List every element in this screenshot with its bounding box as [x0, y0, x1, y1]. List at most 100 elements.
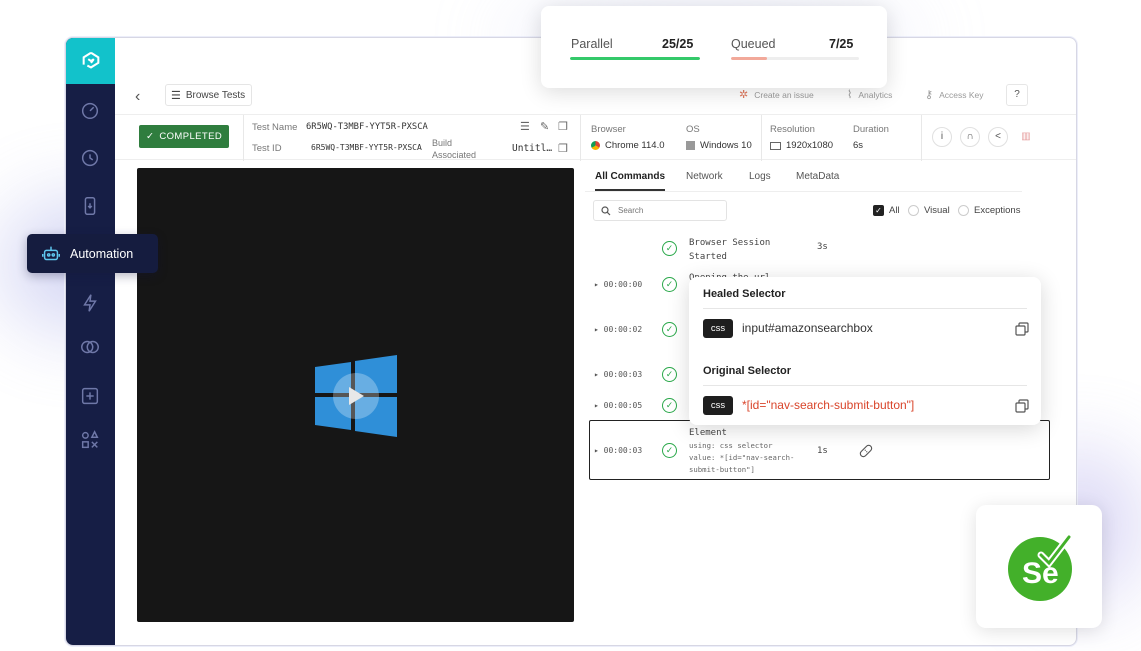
- browser-version: Chrome 114.0: [605, 140, 665, 151]
- sidebar: [66, 38, 115, 645]
- command-timestamp[interactable]: ▸ 00:00:03: [594, 370, 642, 379]
- command-timestamp[interactable]: ▸ 00:00:02: [594, 325, 642, 334]
- selenium-card: Se: [976, 505, 1102, 628]
- check-icon: ✓: [146, 131, 155, 142]
- history-icon[interactable]: [78, 146, 102, 170]
- command-timestamp[interactable]: ▸ 00:00:03: [594, 446, 642, 455]
- monitor-icon: [770, 141, 781, 150]
- analytics-label: Analytics: [858, 89, 893, 100]
- edit-pencil-icon[interactable]: ✎: [540, 120, 549, 133]
- tab-network[interactable]: Network: [686, 171, 723, 182]
- filter-exceptions-label: Exceptions: [974, 205, 1021, 216]
- magnet-icon[interactable]: ∩: [960, 127, 980, 147]
- command-tabs: All Commands Network Logs MetaData: [585, 166, 1022, 192]
- test-info-row: ✓ COMPLETED Test Name 6R5WQ-T3MBF-YYT5R-…: [115, 114, 1076, 161]
- copy-icon[interactable]: ❐: [558, 120, 568, 133]
- command-detail: value: *[id="nav-search-: [689, 453, 795, 462]
- css-tag: css: [703, 319, 733, 338]
- duration-label: Duration: [853, 124, 889, 135]
- search-input[interactable]: [618, 206, 718, 215]
- parallel-progress-bar: [570, 57, 700, 60]
- tab-all-commands[interactable]: All Commands: [595, 171, 666, 191]
- command-duration: 1s: [817, 446, 828, 456]
- lambdatest-logo-icon[interactable]: [66, 38, 115, 84]
- queued-label: Queued: [731, 37, 776, 51]
- play-button[interactable]: [333, 373, 379, 419]
- divider: [580, 115, 581, 161]
- real-device-icon[interactable]: [78, 194, 102, 218]
- tab-metadata[interactable]: MetaData: [796, 171, 839, 182]
- chrome-icon: [591, 141, 600, 150]
- info-icon[interactable]: i: [932, 127, 952, 147]
- test-id-value: 6R5WQ-T3MBF-YYT5R-PXSCA: [311, 143, 422, 152]
- radio-icon: [908, 205, 919, 216]
- share-icon[interactable]: <: [988, 127, 1008, 147]
- divider: [921, 115, 922, 161]
- command-timestamp[interactable]: ▸ 00:00:05: [594, 401, 642, 410]
- copy-icon[interactable]: ❐: [558, 142, 568, 155]
- os-version: Windows 10: [700, 140, 752, 151]
- top-bar: ‹ ☰ Browse Tests ✲ Create an issue ⌇ Ana…: [115, 84, 1076, 112]
- browser-value: Chrome 114.0: [591, 140, 665, 151]
- tab-logs[interactable]: Logs: [749, 171, 771, 182]
- duration-value: 6s: [853, 140, 864, 151]
- copy-icon[interactable]: [1015, 322, 1029, 336]
- filter-visual[interactable]: Visual: [908, 205, 950, 216]
- video-player[interactable]: [137, 168, 574, 622]
- analytics-link[interactable]: ⌇ Analytics: [847, 88, 892, 101]
- search-icon: [601, 205, 611, 215]
- bug-icon: ✲: [739, 89, 749, 101]
- access-key-label: Access Key: [939, 89, 984, 100]
- robot-icon: [42, 246, 60, 260]
- list-icon: ☰: [171, 89, 181, 102]
- resolution-value: 1920x1080: [770, 140, 833, 151]
- original-selector-value: *[id="nav-search-submit-button"]: [742, 398, 915, 412]
- create-issue-link[interactable]: ✲ Create an issue: [739, 88, 814, 101]
- add-box-icon[interactable]: [78, 384, 102, 408]
- visual-compare-icon[interactable]: [78, 335, 102, 359]
- filter-exceptions[interactable]: Exceptions: [958, 205, 1020, 216]
- healed-selector-value: input#amazonsearchbox: [742, 321, 873, 335]
- key-icon: ⚷: [925, 89, 934, 101]
- test-id-label: Test ID: [252, 143, 282, 154]
- parallel-progress-fill: [570, 57, 700, 60]
- status-badge: ✓ COMPLETED: [139, 125, 230, 148]
- divider: [703, 385, 1027, 386]
- build-associated-label: Build Associated: [432, 138, 477, 160]
- back-arrow-icon[interactable]: ‹: [135, 88, 153, 106]
- success-check-icon: ✓: [662, 322, 677, 337]
- queued-progress-bar: [731, 57, 859, 60]
- delete-trash-icon[interactable]: ▥: [1016, 127, 1036, 147]
- healed-selector-title: Healed Selector: [703, 288, 786, 300]
- copy-icon[interactable]: [1015, 399, 1029, 413]
- radio-icon: [958, 205, 969, 216]
- browse-tests-label: Browse Tests: [185, 89, 246, 101]
- healed-selector-popup: Healed Selector css input#amazonsearchbo…: [689, 277, 1041, 425]
- help-button[interactable]: ?: [1006, 84, 1028, 106]
- filter-all-label: All: [889, 205, 900, 216]
- automation-tooltip: Automation: [27, 234, 158, 273]
- filter-visual-label: Visual: [924, 205, 950, 216]
- test-name-label: Test Name: [252, 122, 298, 133]
- success-check-icon: ✓: [662, 277, 677, 292]
- os-label: OS: [686, 124, 700, 135]
- filter-all[interactable]: ✓ All: [873, 205, 900, 216]
- browse-tests-button[interactable]: ☰ Browse Tests: [165, 84, 253, 106]
- parallel-queue-card: Parallel 25/25 Queued 7/25: [541, 6, 887, 88]
- dashboard-gauge-icon[interactable]: [78, 98, 102, 122]
- automation-label: Automation: [70, 246, 134, 261]
- access-key-link[interactable]: ⚷ Access Key: [925, 88, 983, 101]
- filter-list-icon[interactable]: ☰: [520, 120, 530, 133]
- command-timestamp[interactable]: ▸ 00:00:00: [594, 280, 642, 289]
- resolution-label: Resolution: [770, 124, 815, 135]
- original-selector-title: Original Selector: [703, 365, 792, 377]
- hyperexecute-bolt-icon[interactable]: [78, 291, 102, 315]
- divider: [243, 115, 244, 161]
- integrations-shapes-icon[interactable]: [78, 428, 102, 452]
- selenium-logo-icon: Se: [1008, 533, 1073, 601]
- queued-progress-fill: [731, 57, 767, 60]
- build-value[interactable]: Untitl…: [512, 143, 552, 154]
- bandage-heal-icon[interactable]: [857, 442, 875, 460]
- divider: [703, 308, 1027, 309]
- command-text: Browser Session Started: [689, 238, 771, 262]
